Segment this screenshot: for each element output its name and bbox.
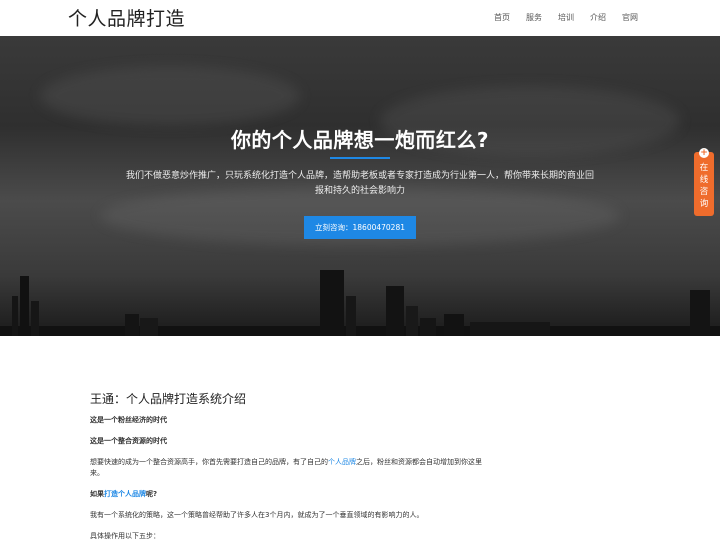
- question-text: 如果: [90, 490, 104, 498]
- nav-item-services[interactable]: 服务: [526, 12, 542, 23]
- article-line: 这是一个整合资源的时代: [90, 437, 167, 445]
- paragraph-text: 想要快速的成为一个整合资源高手，你首先需要打造自己的品牌，有了自己的: [90, 458, 328, 466]
- personal-brand-link[interactable]: 个人品牌: [328, 458, 356, 466]
- hero-subtitle: 我们不做恶意炒作推广，只玩系统化打造个人品牌，造帮助老板或者专家打造成为行业第一…: [125, 171, 594, 196]
- nav-item-official-site[interactable]: 官网: [622, 12, 638, 23]
- site-header: 个人品牌打造 首页 服务 培训 介绍 官网: [0, 0, 720, 36]
- online-consult-label: 在线咨询: [699, 163, 709, 209]
- main-nav: 首页 服务 培训 介绍 官网: [494, 12, 638, 23]
- hero-cloud: [40, 66, 300, 126]
- question-text: 呢?: [146, 490, 158, 498]
- article-paragraph: 我有一个系统化的策略，这一个策略曾经帮助了许多人在3个月内，就成为了一个垂直领域…: [90, 511, 424, 519]
- article-question: 如果打造个人品牌呢?: [90, 489, 490, 500]
- article-heading: 王通：个人品牌打造系统介绍: [90, 392, 247, 406]
- nav-item-about[interactable]: 介绍: [590, 12, 606, 23]
- nav-item-home[interactable]: 首页: [494, 12, 510, 23]
- online-consult-button[interactable]: + 在线咨询: [694, 148, 714, 216]
- city-skyline-image: [0, 270, 720, 336]
- build-personal-brand-link[interactable]: 打造个人品牌: [104, 490, 146, 498]
- nav-item-training[interactable]: 培训: [558, 12, 574, 23]
- intro-article: 王通：个人品牌打造系统介绍 这是一个粉丝经济的时代 这是一个整合资源的时代 想要…: [90, 390, 490, 552]
- hero-banner: 你的个人品牌想一炮而红么? 我们不做恶意炒作推广，只玩系统化打造个人品牌，造帮助…: [0, 36, 720, 336]
- site-logo[interactable]: 个人品牌打造: [68, 4, 185, 31]
- article-paragraph: 具体操作用以下五步：: [90, 532, 160, 540]
- plus-icon: +: [699, 148, 709, 158]
- hero-title: 你的个人品牌想一炮而红么?: [230, 128, 490, 152]
- title-underline: [330, 157, 390, 159]
- consult-now-button[interactable]: 立刻咨询：18600470281: [304, 216, 416, 239]
- article-line: 这是一个粉丝经济的时代: [90, 416, 167, 424]
- article-paragraph: 想要快速的成为一个整合资源高手，你首先需要打造自己的品牌，有了自己的个人品牌之后…: [90, 457, 490, 479]
